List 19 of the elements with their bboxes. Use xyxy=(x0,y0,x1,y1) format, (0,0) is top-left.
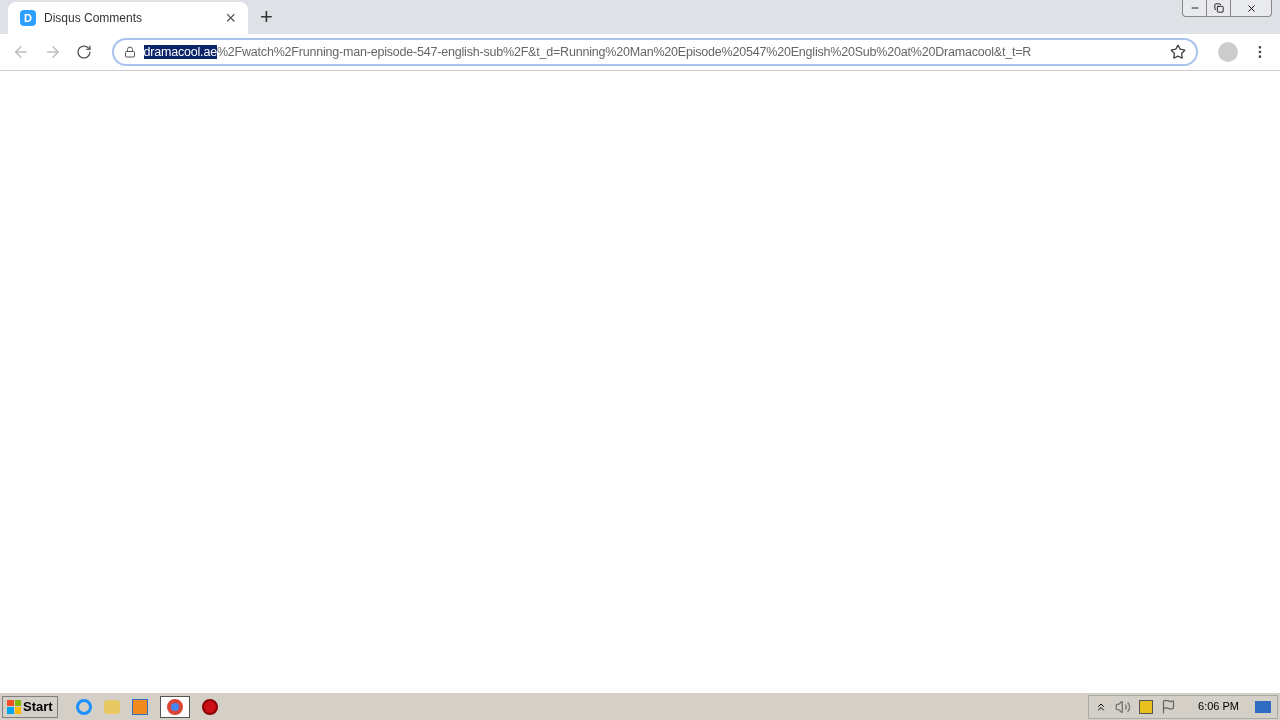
reload-icon[interactable] xyxy=(75,44,92,60)
favicon: D xyxy=(20,10,36,26)
show-desktop-icon[interactable] xyxy=(1255,700,1271,713)
chrome-icon xyxy=(166,698,183,715)
volume-icon[interactable] xyxy=(1115,698,1132,715)
bookmark-star-icon[interactable] xyxy=(1170,44,1187,60)
close-tab-button[interactable]: × xyxy=(225,9,236,27)
new-tab-button[interactable]: + xyxy=(260,6,273,28)
close-icon xyxy=(1245,2,1257,14)
url-selection: dramacool.ae xyxy=(143,44,217,59)
flag-icon[interactable] xyxy=(1161,699,1177,714)
chrome-taskbar-button[interactable] xyxy=(159,695,190,718)
back-icon[interactable] xyxy=(12,43,30,61)
clock: 6:06 PM xyxy=(1198,699,1239,715)
browser-tab[interactable]: D Disqus Comments × xyxy=(8,2,248,34)
tab-title: Disqus Comments xyxy=(44,10,144,27)
start-button[interactable]: Start xyxy=(2,695,58,718)
restore-icon xyxy=(1213,3,1224,13)
lock-icon xyxy=(123,46,136,58)
